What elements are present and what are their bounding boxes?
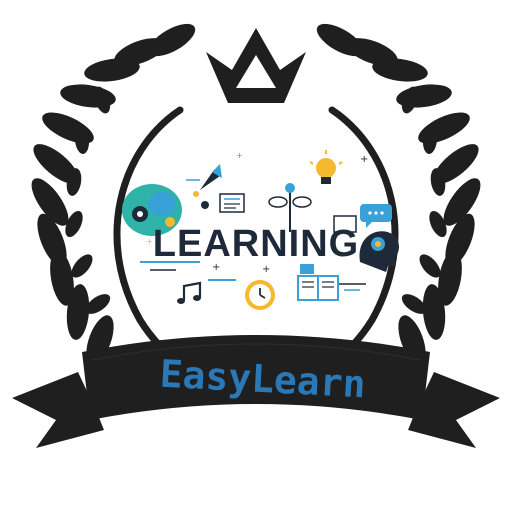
easylearn-logo: LEARNING + + + + + EasyLearn <box>12 17 500 448</box>
svg-text:+: + <box>360 154 368 165</box>
crown-icon <box>206 28 306 103</box>
learning-word: LEARNING <box>153 223 359 265</box>
head-lightbulb-icon <box>359 231 399 272</box>
music-note-icon <box>177 281 202 304</box>
svg-text:+: + <box>236 151 243 160</box>
lightbulb-icon <box>309 150 343 184</box>
document-icon <box>201 193 245 213</box>
laurel-wreath-right <box>311 17 488 369</box>
clock-icon <box>245 280 275 310</box>
svg-text:+: + <box>212 262 220 273</box>
rocket-icon <box>186 164 222 197</box>
book-icon <box>297 264 339 301</box>
svg-text:+: + <box>146 237 153 246</box>
svg-text:+: + <box>262 264 270 275</box>
learning-graphic: LEARNING + + + + + <box>122 150 399 310</box>
